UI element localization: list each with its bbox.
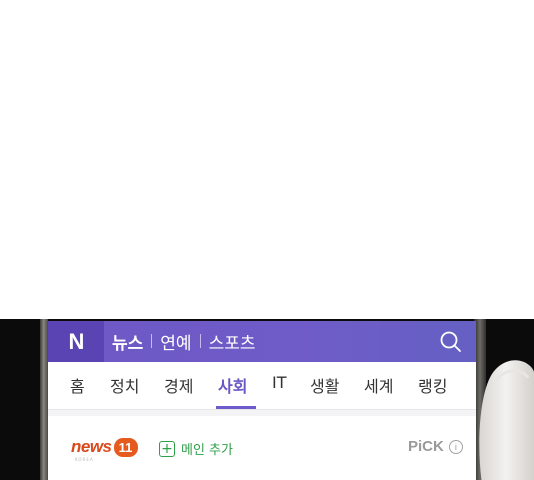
pick-badge[interactable]: PiCK i [408, 438, 463, 455]
pick-label: PiCK [408, 438, 444, 455]
naver-logo[interactable]: N [48, 321, 104, 362]
tab-ranking[interactable]: 랭킹 [418, 373, 447, 397]
naver-logo-text: N [68, 328, 85, 354]
tab-society[interactable]: 사회 [218, 373, 247, 397]
info-icon[interactable]: i [448, 439, 463, 454]
tab-home[interactable]: 홈 [70, 373, 85, 397]
plus-icon: + [159, 440, 175, 457]
tab-it[interactable]: IT [272, 373, 287, 392]
divider [151, 334, 153, 348]
section-entertainment[interactable]: 연예 [160, 329, 191, 354]
tab-life[interactable]: 생활 [310, 373, 339, 397]
press-header: news 11 KOREA + 메인 추가 PiCK i [48, 416, 476, 480]
category-tabs: 홈 정치 경제 사회 IT 생활 세계 랭킹 [48, 362, 476, 410]
add-main-button[interactable]: + 메인 추가 [159, 439, 233, 458]
divider [199, 334, 201, 348]
hand-thumb [479, 360, 534, 480]
search-icon [440, 331, 461, 352]
search-button[interactable] [438, 329, 464, 355]
section-sports[interactable]: 스포츠 [209, 329, 256, 354]
page: N 뉴스 연예 스포츠 홈 정치 경제 사회 IT 생활 세계 랭킹 news … [0, 0, 534, 480]
news-header: N 뉴스 연예 스포츠 [48, 321, 476, 362]
active-tab-indicator [216, 406, 256, 409]
phone-screen: N 뉴스 연예 스포츠 홈 정치 경제 사회 IT 생활 세계 랭킹 news … [48, 321, 476, 480]
press-logo-number: 11 [113, 437, 138, 457]
tab-politics[interactable]: 정치 [110, 373, 139, 397]
add-main-label: 메인 추가 [181, 443, 233, 458]
tab-economy[interactable]: 경제 [164, 373, 193, 397]
press-logo-subtext: KOREA [75, 457, 94, 462]
tab-world[interactable]: 세계 [364, 373, 393, 397]
press-logo-word: news [71, 437, 112, 456]
blank-area [0, 0, 534, 319]
press-logo[interactable]: news 11 [71, 437, 138, 457]
phone-frame-left [40, 319, 48, 480]
section-links: 뉴스 연예 스포츠 [112, 329, 256, 354]
section-news[interactable]: 뉴스 [112, 329, 143, 354]
